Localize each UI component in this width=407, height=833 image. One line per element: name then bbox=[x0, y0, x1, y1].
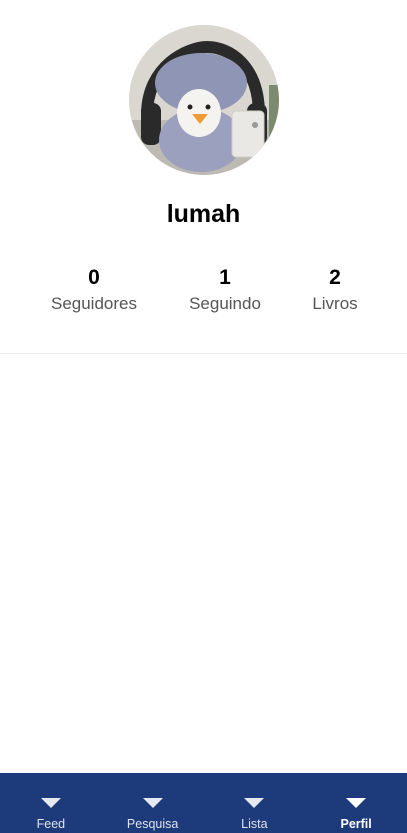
username: lumah bbox=[166, 200, 241, 228]
nav-item-perfil[interactable]: Perfil bbox=[305, 773, 407, 833]
chevron-down-icon bbox=[244, 798, 265, 808]
nav-label-lista: Lista bbox=[241, 817, 268, 831]
chevron-down-icon bbox=[40, 798, 61, 808]
followers-count: 0 bbox=[88, 266, 100, 289]
avatar-photo bbox=[129, 25, 279, 175]
avatar[interactable] bbox=[129, 25, 279, 175]
following-stat[interactable]: 1 Seguindo bbox=[165, 263, 285, 316]
books-count: 2 bbox=[329, 266, 341, 289]
books-label: Livros bbox=[312, 294, 358, 313]
chevron-down-icon bbox=[346, 798, 367, 808]
nav-item-pesquisa[interactable]: Pesquisa bbox=[102, 773, 204, 833]
followers-label: Seguidores bbox=[50, 294, 137, 313]
books-stat[interactable]: 2 Livros bbox=[275, 263, 395, 316]
profile-header: lumah 0 Seguidores 1 Seguindo 2 Livros bbox=[0, 0, 407, 354]
nav-item-lista[interactable]: Lista bbox=[204, 773, 306, 833]
bottom-nav: Feed Pesquisa Lista Perfil bbox=[0, 773, 407, 833]
following-label: Seguindo bbox=[189, 294, 261, 313]
profile-content bbox=[0, 354, 407, 773]
nav-label-perfil: Perfil bbox=[340, 817, 372, 831]
chevron-down-icon bbox=[142, 798, 163, 808]
nav-item-feed[interactable]: Feed bbox=[0, 773, 102, 833]
nav-label-feed: Feed bbox=[36, 817, 66, 831]
nav-label-pesquisa: Pesquisa bbox=[126, 817, 179, 831]
following-count: 1 bbox=[219, 266, 231, 289]
followers-stat[interactable]: 0 Seguidores bbox=[34, 263, 154, 316]
